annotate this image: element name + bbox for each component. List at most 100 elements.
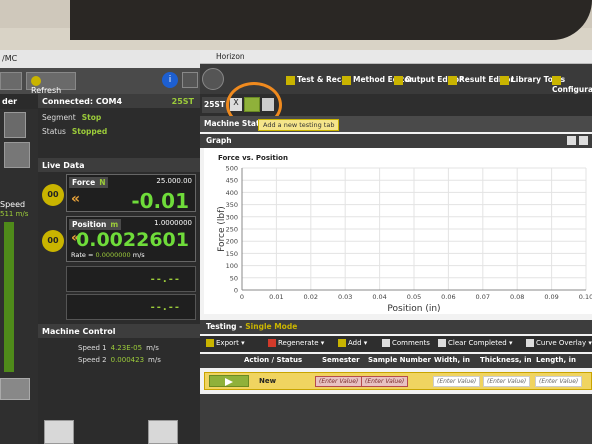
semester-field[interactable]: (Enter Value) [315, 376, 363, 387]
x-tick-label: 0.04 [372, 293, 386, 301]
sample-number-field[interactable]: (Enter Value) [361, 376, 409, 387]
export-icon [206, 339, 214, 347]
mode-button[interactable] [4, 112, 26, 138]
status-value: Stopped [71, 127, 108, 136]
info-icon[interactable]: i [162, 72, 178, 88]
refresh-icon [31, 76, 41, 86]
speed-label: Speed [0, 200, 26, 209]
output-editor-icon [394, 75, 403, 85]
speed-slider[interactable] [4, 222, 14, 372]
clear-completed-button[interactable]: Clear Completed ▾ [438, 339, 512, 347]
side-panel-header: der [0, 94, 38, 109]
window-title: /MC [0, 50, 200, 68]
turtle-icon[interactable] [0, 378, 30, 400]
testing-toolbar: Export ▾ Regenerate ▾ Add ▾ Comments Cle… [200, 336, 592, 352]
bottom-area [200, 394, 592, 444]
status-panel: Connected: COM4 25ST Segment Stop Status S… [38, 94, 200, 444]
col-length[interactable]: Length, in [536, 356, 576, 364]
window-title: Horizon [200, 50, 592, 64]
force-arrow-icon: « [71, 191, 81, 207]
y-tick-label: 400 [226, 189, 238, 197]
add-button[interactable]: Add ▾ [338, 339, 367, 347]
speed-value: 511 m/s [0, 210, 29, 218]
result-editor-icon [448, 75, 457, 85]
horizon-window: Horizon Test & Recall Method Editor Outp… [200, 50, 592, 444]
y-tick-label: 350 [226, 201, 238, 209]
length-field[interactable]: (Enter Value) [535, 376, 583, 387]
up-arrow-button[interactable] [148, 420, 178, 444]
dropdown-button[interactable] [0, 72, 22, 90]
menu-configuration[interactable]: Configuratio [550, 72, 592, 97]
segment-label: Segment [42, 113, 76, 122]
x-tick-label: 0 [240, 293, 244, 301]
y-tick-label: 300 [226, 213, 238, 221]
col-sample-number[interactable]: Sample Number [368, 356, 431, 364]
position-max: 1.0000000 [154, 219, 192, 227]
testing-mode: Single Mode [245, 322, 298, 331]
col-thickness[interactable]: Thickness, in [480, 356, 532, 364]
comments-button[interactable]: Comments [382, 339, 430, 347]
connection-tag: 25ST [171, 97, 194, 106]
stop-button[interactable] [44, 420, 74, 444]
live-data-header: Live Data [38, 158, 200, 172]
x-tick-label: 0.10 [579, 293, 592, 301]
x-tick-label: 0.01 [269, 293, 283, 301]
force-max: 25.000.00 [156, 177, 192, 185]
connection-header: Connected: COM4 25ST [38, 94, 200, 108]
y-tick-label: 500 [226, 165, 238, 173]
edit-graph-icon[interactable] [567, 136, 576, 145]
width-field[interactable]: (Enter Value) [433, 376, 481, 387]
row-status: New [259, 377, 277, 385]
play-button[interactable] [209, 375, 249, 387]
y-tick-label: 50 [230, 274, 238, 282]
side-panel: der Speed 511 m/s [0, 94, 38, 444]
person-button[interactable] [4, 142, 30, 168]
method-editor-icon [342, 75, 351, 85]
force-value: -0.01 [131, 189, 189, 213]
monitor-top [70, 0, 592, 40]
speed1-row: Speed 1 4.23E-05 m/s [78, 344, 159, 352]
x-tick-label: 0.07 [476, 293, 490, 301]
zero-force-icon[interactable]: 00 [42, 184, 64, 206]
clear-icon [438, 339, 446, 347]
segment-row: Segment Stop [38, 110, 200, 124]
x-tick-label: 0.08 [510, 293, 524, 301]
test-recall-icon [286, 75, 295, 85]
position-readout: Position m 1.0000000 « 0.0022601 Rate = 0… [66, 216, 196, 262]
x-tick-label: 0.05 [407, 293, 421, 301]
col-action-status[interactable]: Action / Status [244, 356, 302, 364]
graph-settings-icon[interactable] [579, 136, 588, 145]
y-tick-label: 150 [226, 250, 238, 258]
x-tick-label: 0.09 [544, 293, 558, 301]
test-tab-bar: 25ST X [200, 82, 592, 128]
table-row[interactable]: New (Enter Value) (Enter Value) (Enter V… [204, 372, 592, 390]
curve-overlay-icon [526, 339, 534, 347]
library-tools-icon [500, 75, 509, 85]
zero-position-icon[interactable]: 00 [42, 230, 64, 252]
machine-controller-window: /MC Refresh i der Speed 511 m/s Connecte… [0, 50, 200, 444]
force-readout: Force N 25.000.00 « -0.01 [66, 174, 196, 213]
window-icon[interactable] [182, 72, 198, 88]
connection-label: Connected: COM4 [42, 97, 123, 106]
refresh-button[interactable]: Refresh [26, 72, 76, 95]
export-button[interactable]: Export ▾ [206, 339, 245, 347]
readout-empty-2: --.-- [66, 294, 196, 320]
force-label: Force N [69, 177, 109, 188]
x-tick-label: 0.02 [304, 293, 318, 301]
x-tick-label: 0.06 [441, 293, 455, 301]
force-position-chart: 0 50 100 150 200 250 300 350 400 450 500 0 0.01 0.02 0… [217, 165, 592, 315]
status-label: Status [42, 127, 66, 136]
y-tick-label: 0 [234, 287, 238, 295]
col-width[interactable]: Width, in [434, 356, 470, 364]
curve-overlay-button[interactable]: Curve Overlay ▾ [526, 339, 592, 347]
y-axis-label: Force (lbf) [217, 206, 227, 252]
thickness-field[interactable]: (Enter Value) [483, 376, 531, 387]
toolbar: Refresh i [0, 68, 200, 95]
regenerate-button[interactable]: Regenerate ▾ [268, 339, 324, 347]
speed2-row: Speed 2 0.000423 m/s [78, 356, 161, 364]
y-tick-label: 200 [226, 238, 238, 246]
col-semester[interactable]: Semester [322, 356, 360, 364]
app-logo-icon[interactable] [202, 68, 224, 90]
comments-icon [382, 339, 390, 347]
status-row: Status Stopped [38, 124, 200, 138]
